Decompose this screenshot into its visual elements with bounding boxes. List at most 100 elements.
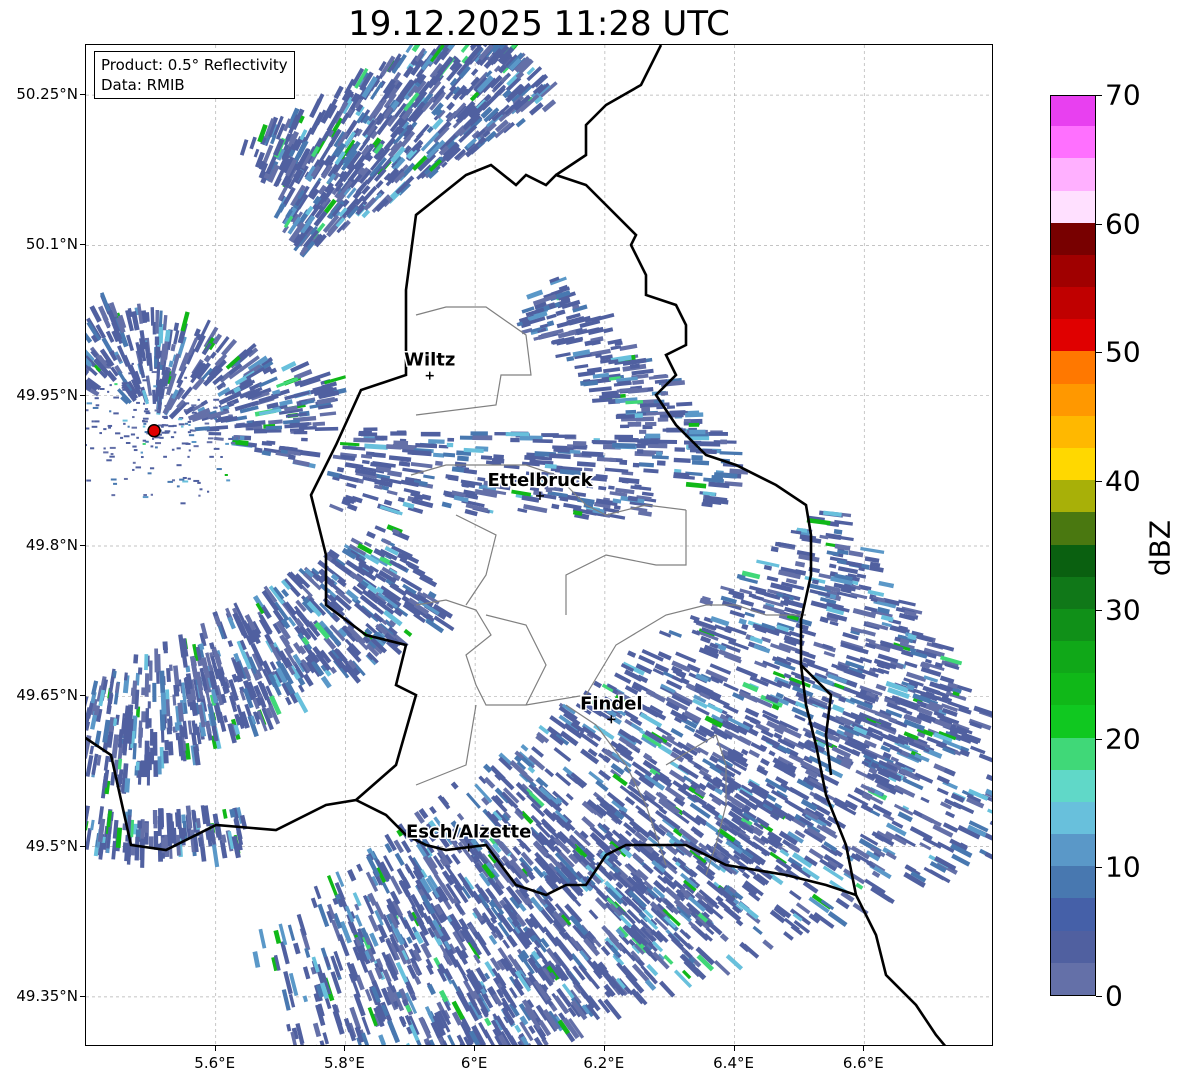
echo-cell <box>149 467 155 470</box>
echo-cell <box>154 446 158 449</box>
echo-cell <box>363 427 378 432</box>
map-canvas[interactable]: WiltzEttelbruckFindelEsch/Alzette <box>86 45 993 1046</box>
echo-cell <box>151 371 157 374</box>
echo-cell <box>828 563 837 569</box>
echo-cell <box>258 376 278 388</box>
echo-cell <box>466 792 481 809</box>
echo-cell <box>293 431 308 435</box>
radar-map[interactable]: Wiltz Ettelbruck Findel Esch/Alzette Produc… <box>85 44 993 1046</box>
echo-cell <box>142 402 146 405</box>
echo-cell <box>572 441 587 446</box>
echo-cell <box>144 654 149 671</box>
echo-cell <box>123 435 130 438</box>
echo-cell <box>333 85 344 100</box>
echo-cell <box>239 139 249 156</box>
echo-cell <box>329 666 338 675</box>
echo-cell <box>187 431 192 434</box>
echo-cell <box>286 1023 292 1032</box>
echo-cell <box>544 463 557 469</box>
echo-cell <box>142 496 149 499</box>
echo-cell <box>637 439 659 445</box>
echo-cell <box>142 425 146 428</box>
echo-cell <box>329 503 344 513</box>
echo-cell <box>184 402 190 405</box>
echo-cell <box>180 502 186 505</box>
echo-cell <box>182 480 189 483</box>
echo-cell <box>491 457 505 464</box>
echo-cell <box>124 778 131 793</box>
echo-cell <box>141 389 150 405</box>
echo-cell <box>142 417 149 420</box>
echo-cell <box>484 1017 492 1027</box>
echo-cell <box>674 447 685 452</box>
echo-cell <box>153 394 158 397</box>
echo-cell <box>406 1042 417 1045</box>
echo-cell <box>183 409 188 412</box>
echo-cell <box>265 425 283 430</box>
echo-cell <box>608 485 615 490</box>
echo-cell <box>378 1034 387 1045</box>
echo-cell <box>421 493 432 501</box>
echo-cell <box>160 692 167 715</box>
echo-cell <box>163 455 167 458</box>
echo-cell <box>154 409 160 412</box>
echo-cell <box>584 340 593 347</box>
echo-cell <box>345 482 357 489</box>
echo-cell <box>227 392 232 395</box>
echo-cell <box>614 434 634 440</box>
echo-cell <box>904 661 918 669</box>
echo-cell <box>424 1005 437 1025</box>
echo-cell <box>108 676 115 693</box>
echo-cell <box>855 882 864 890</box>
echo-cell <box>669 410 686 416</box>
echo-cell <box>132 445 137 448</box>
echo-cell <box>642 863 654 875</box>
echo-cell <box>338 474 359 483</box>
echo-cell <box>356 863 363 872</box>
echo-cell <box>382 538 392 546</box>
echo-cell <box>921 813 942 827</box>
echo-cell <box>735 666 758 679</box>
echo-cell <box>193 445 199 448</box>
echo-cell <box>939 675 955 684</box>
echo-cell <box>612 442 636 449</box>
echo-cell <box>428 439 445 444</box>
echo-cell <box>188 449 191 452</box>
echo-cell <box>837 566 859 575</box>
echo-cell <box>218 405 222 408</box>
echo-cell <box>358 430 372 435</box>
echo-cell <box>604 467 629 473</box>
echo-cell <box>287 924 296 941</box>
echo-cell <box>187 455 190 458</box>
echo-cell <box>188 434 195 437</box>
echo-cell <box>231 401 235 404</box>
echo-cell <box>185 442 191 445</box>
echo-cell <box>103 447 106 450</box>
echo-cell <box>634 484 642 490</box>
echo-cell <box>209 642 215 650</box>
echo-cell <box>184 422 189 425</box>
echo-cell <box>86 409 89 412</box>
echo-cell <box>533 980 550 1002</box>
echo-cell <box>253 428 268 434</box>
echo-cell <box>576 461 596 468</box>
echo-cell <box>302 673 314 687</box>
echo-cell <box>159 670 166 694</box>
echo-cell <box>685 481 707 489</box>
echo-cell <box>302 966 311 980</box>
echo-cell <box>438 989 449 1003</box>
echo-cell <box>122 842 129 853</box>
echo-cell <box>162 641 168 651</box>
echo-cell <box>878 580 895 589</box>
echo-cell <box>405 980 415 995</box>
echo-cell <box>302 995 308 1003</box>
echo-cell <box>167 813 174 830</box>
echo-cell <box>152 682 157 702</box>
echo-cell <box>132 468 135 471</box>
echo-cell <box>180 311 190 332</box>
echo-cell <box>875 683 887 692</box>
echo-cell <box>450 781 459 790</box>
echo-cell <box>135 466 142 469</box>
echo-cell <box>106 459 112 462</box>
echo-cell <box>197 481 201 484</box>
